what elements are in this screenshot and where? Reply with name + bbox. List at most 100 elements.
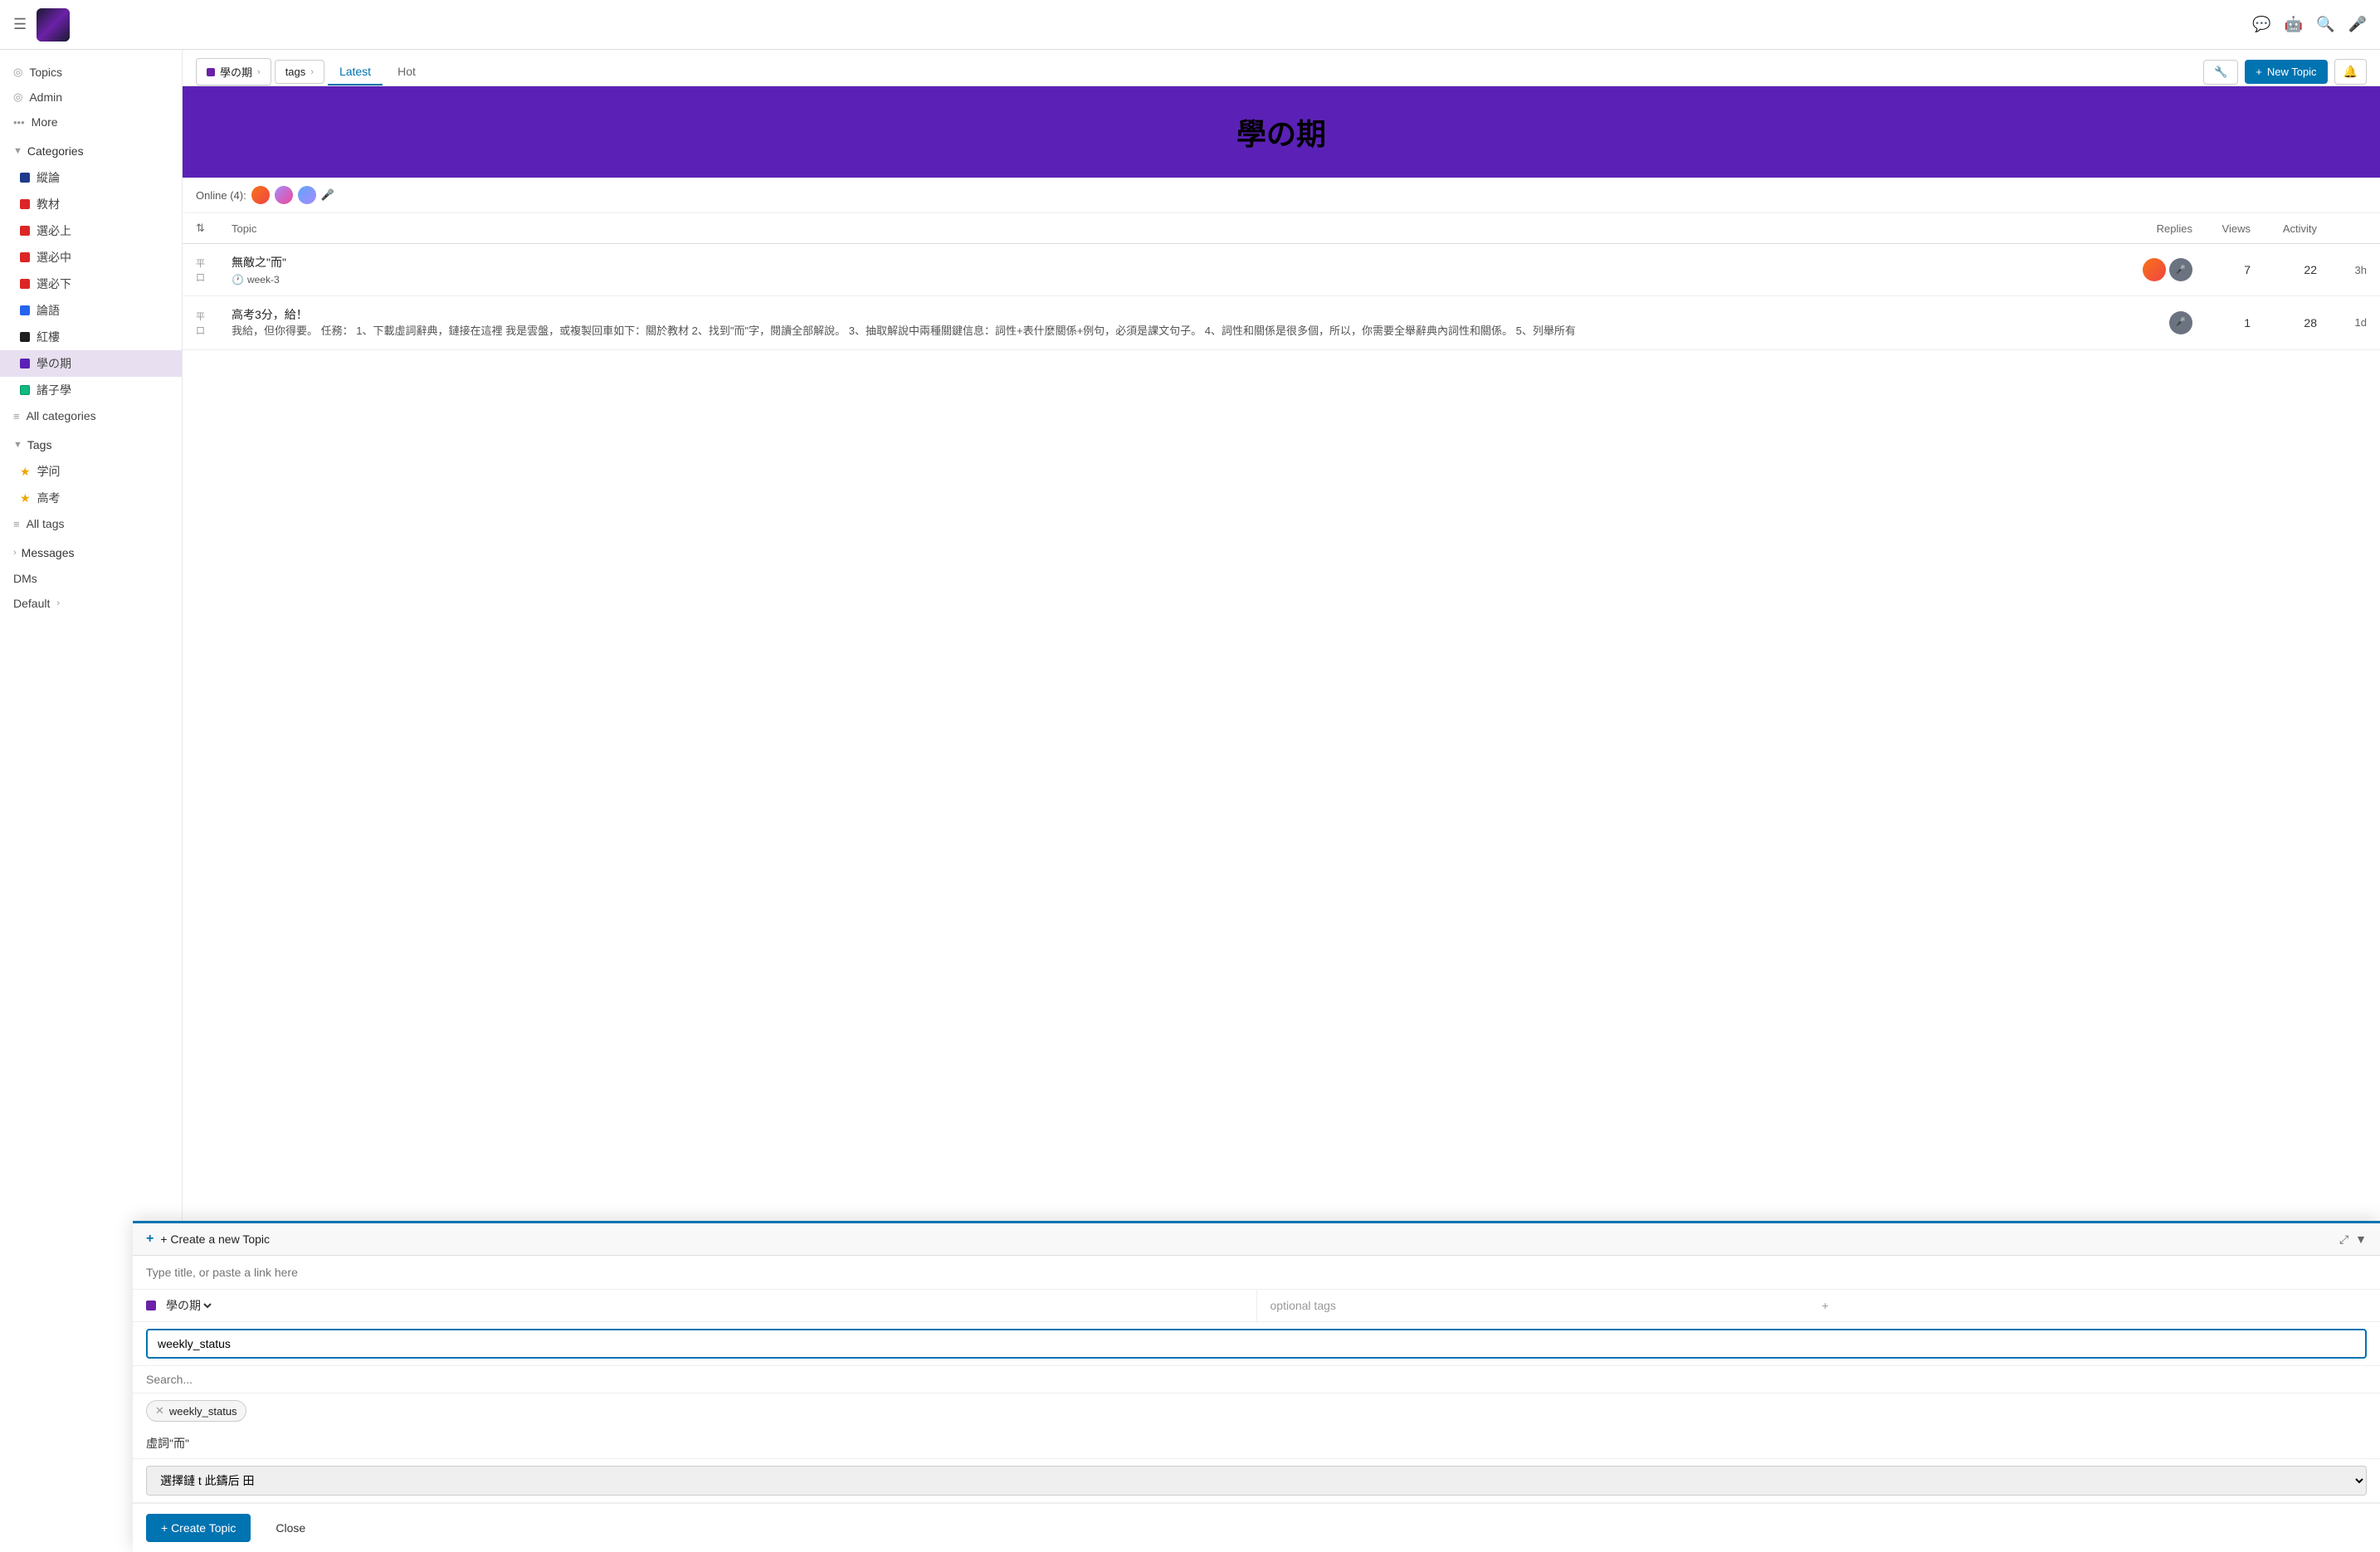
filter-button[interactable]: 🔧 (2203, 60, 2238, 85)
row1-avatar-2: 🎤 (2169, 258, 2192, 281)
sidebar-item-category-紅樓[interactable]: 紅樓 (0, 324, 182, 350)
online-avatar-3 (298, 186, 316, 204)
sidebar-item-all-categories[interactable]: ≡ All categories (0, 403, 182, 428)
tag-search-input[interactable] (133, 1366, 2380, 1393)
compose-tags-field[interactable]: optional tags + (1257, 1290, 2380, 1321)
online-avatar-2 (275, 186, 293, 204)
compose-footer: + Create Topic Close (133, 1503, 2380, 1552)
all-tags-icon: ≡ (13, 518, 20, 530)
sidebar-item-category-選必中[interactable]: 選必中 (0, 244, 182, 271)
breadcrumb-dot (207, 68, 215, 76)
sidebar-item-category-縱論[interactable]: 縱論 (0, 164, 182, 191)
breadcrumb-tab-tags[interactable]: tags › (275, 60, 324, 84)
sidebar-tag-高考[interactable]: ★ 高考 (0, 485, 182, 511)
tab-bar: 學の期 › tags › Latest Hot 🔧 + New Topic 🔔 (183, 50, 2380, 86)
categories-chevron: ▼ (13, 146, 22, 156)
tag-remove-icon[interactable]: ✕ (155, 1404, 164, 1418)
all-categories-label: All categories (27, 409, 96, 422)
new-topic-button[interactable]: + New Topic (2245, 60, 2327, 84)
sidebar-tag-学问[interactable]: ★ 学问 (0, 458, 182, 485)
category-dot-縱論 (20, 173, 30, 183)
row1-title-row: 無敵之"而" (232, 254, 2116, 271)
online-mic-icon: 🎤 (321, 188, 334, 202)
tag-chip-weekly-status[interactable]: ✕ weekly_status (146, 1400, 246, 1422)
online-label: Online (4): (196, 189, 246, 202)
row2-icons: 平口 (183, 296, 218, 350)
online-avatar-1 (251, 186, 270, 204)
category-dot-諸子學 (20, 385, 30, 395)
admin-icon: ◎ (13, 90, 22, 104)
notifications-button[interactable]: 🔔 (2334, 59, 2367, 85)
row1-topic-title[interactable]: 無敵之"而" (232, 254, 286, 271)
col-replies-header: Replies (2129, 213, 2206, 244)
breadcrumb-tags-arrow: › (310, 67, 314, 77)
tab-hot[interactable]: Hot (386, 59, 427, 85)
hamburger-icon[interactable]: ☰ (13, 16, 27, 33)
compose-collapse-button[interactable]: ▼ (2355, 1232, 2367, 1247)
create-topic-label: + Create Topic (161, 1521, 236, 1535)
sidebar-more-label: More (32, 115, 58, 129)
create-topic-button[interactable]: + Create Topic (146, 1514, 251, 1542)
category-label-選必中: 選必中 (37, 249, 71, 266)
category-label-縱論: 縱論 (37, 169, 60, 186)
row1-tag: 🕐 week-3 (232, 274, 280, 286)
topic-context-row: 虛詞"而" (133, 1428, 2380, 1459)
sidebar-item-category-諸子學[interactable]: 諸子學 (0, 377, 182, 403)
sidebar-item-dms[interactable]: DMs (0, 566, 182, 591)
category-label-選必下: 選必下 (37, 276, 71, 292)
pin-icon: 平口 (196, 259, 205, 283)
sidebar-item-all-tags[interactable]: ≡ All tags (0, 511, 182, 536)
tags-chevron: ▼ (13, 440, 22, 450)
compose-category-selector[interactable]: 學の期 (133, 1290, 1257, 1321)
star-icon-学问: ★ (20, 465, 31, 479)
more-icon: ••• (13, 116, 25, 129)
breadcrumb-tab-category[interactable]: 學の期 › (196, 58, 271, 85)
row2-avatars-cell: 🎤 (2129, 296, 2206, 350)
category-dot-學の期 (20, 359, 30, 368)
row2-topic-title[interactable]: 高考3分，給！ (232, 306, 308, 323)
compose-controls: ⤢ ▼ (2339, 1232, 2367, 1247)
sidebar-item-category-論語[interactable]: 論語 (0, 297, 182, 324)
breadcrumb-tags-label: tags (285, 66, 306, 78)
sidebar-item-topics[interactable]: ◎ Topics (0, 60, 182, 85)
search-icon[interactable]: 🔍 (2316, 16, 2334, 33)
tag-chip-label: weekly_status (169, 1405, 237, 1418)
sidebar-item-category-選必上[interactable]: 選必上 (0, 217, 182, 244)
mic-icon[interactable]: 🎤 (2348, 16, 2367, 33)
sidebar-item-category-選必下[interactable]: 選必下 (0, 271, 182, 297)
close-compose-button[interactable]: Close (261, 1514, 320, 1542)
compose-expand-button[interactable]: ⤢ (2339, 1232, 2348, 1247)
default-label: Default (13, 597, 50, 610)
messages-section[interactable]: › Messages (0, 539, 182, 566)
tag-input-field[interactable] (146, 1329, 2367, 1359)
compose-topic-select[interactable]: 選擇鏈 t 此鑄后 田 (146, 1466, 2367, 1496)
tag-results: ✕ weekly_status (133, 1393, 2380, 1428)
tags-section[interactable]: ▼ Tags (0, 432, 182, 458)
topic-context-label: 虛詞"而" (146, 1437, 189, 1450)
chat-icon[interactable]: 💬 (2252, 16, 2270, 33)
sidebar-item-category-學の期[interactable]: 學の期 (0, 350, 182, 377)
dms-label: DMs (13, 572, 37, 585)
online-bar: Online (4): 🎤 (183, 178, 2380, 213)
logo (37, 8, 70, 41)
tag-label-高考: 高考 (37, 490, 61, 506)
sidebar-item-default[interactable]: Default › (0, 591, 182, 616)
compose-title-input[interactable] (133, 1256, 2380, 1290)
category-dot-紅樓 (20, 332, 30, 342)
pin-icon-2: 平口 (196, 312, 205, 336)
sidebar-item-category-教材[interactable]: 教材 (0, 191, 182, 217)
bot-icon[interactable]: 🤖 (2285, 16, 2303, 33)
compose-category-dot (146, 1301, 156, 1310)
tab-latest[interactable]: Latest (328, 59, 383, 85)
category-banner: 學の期 (183, 86, 2380, 178)
category-label-教材: 教材 (37, 196, 60, 212)
categories-section[interactable]: ▼ Categories (0, 138, 182, 164)
topics-table: ⇅ Topic Replies Views Activity 平口 無敵之"而" (183, 213, 2380, 350)
compose-dialog: + + Create a new Topic ⤢ ▼ 學の期 optional … (133, 1221, 2380, 1552)
nav-icons: 💬 🤖 🔍 🎤 (2252, 16, 2367, 33)
sidebar-item-more[interactable]: ••• More (0, 110, 182, 134)
row1-icons: 平口 (183, 244, 218, 296)
row1-replies: 7 (2206, 244, 2264, 296)
sidebar-item-admin[interactable]: ◎ Admin (0, 85, 182, 110)
compose-category-select[interactable]: 學の期 (163, 1298, 214, 1313)
